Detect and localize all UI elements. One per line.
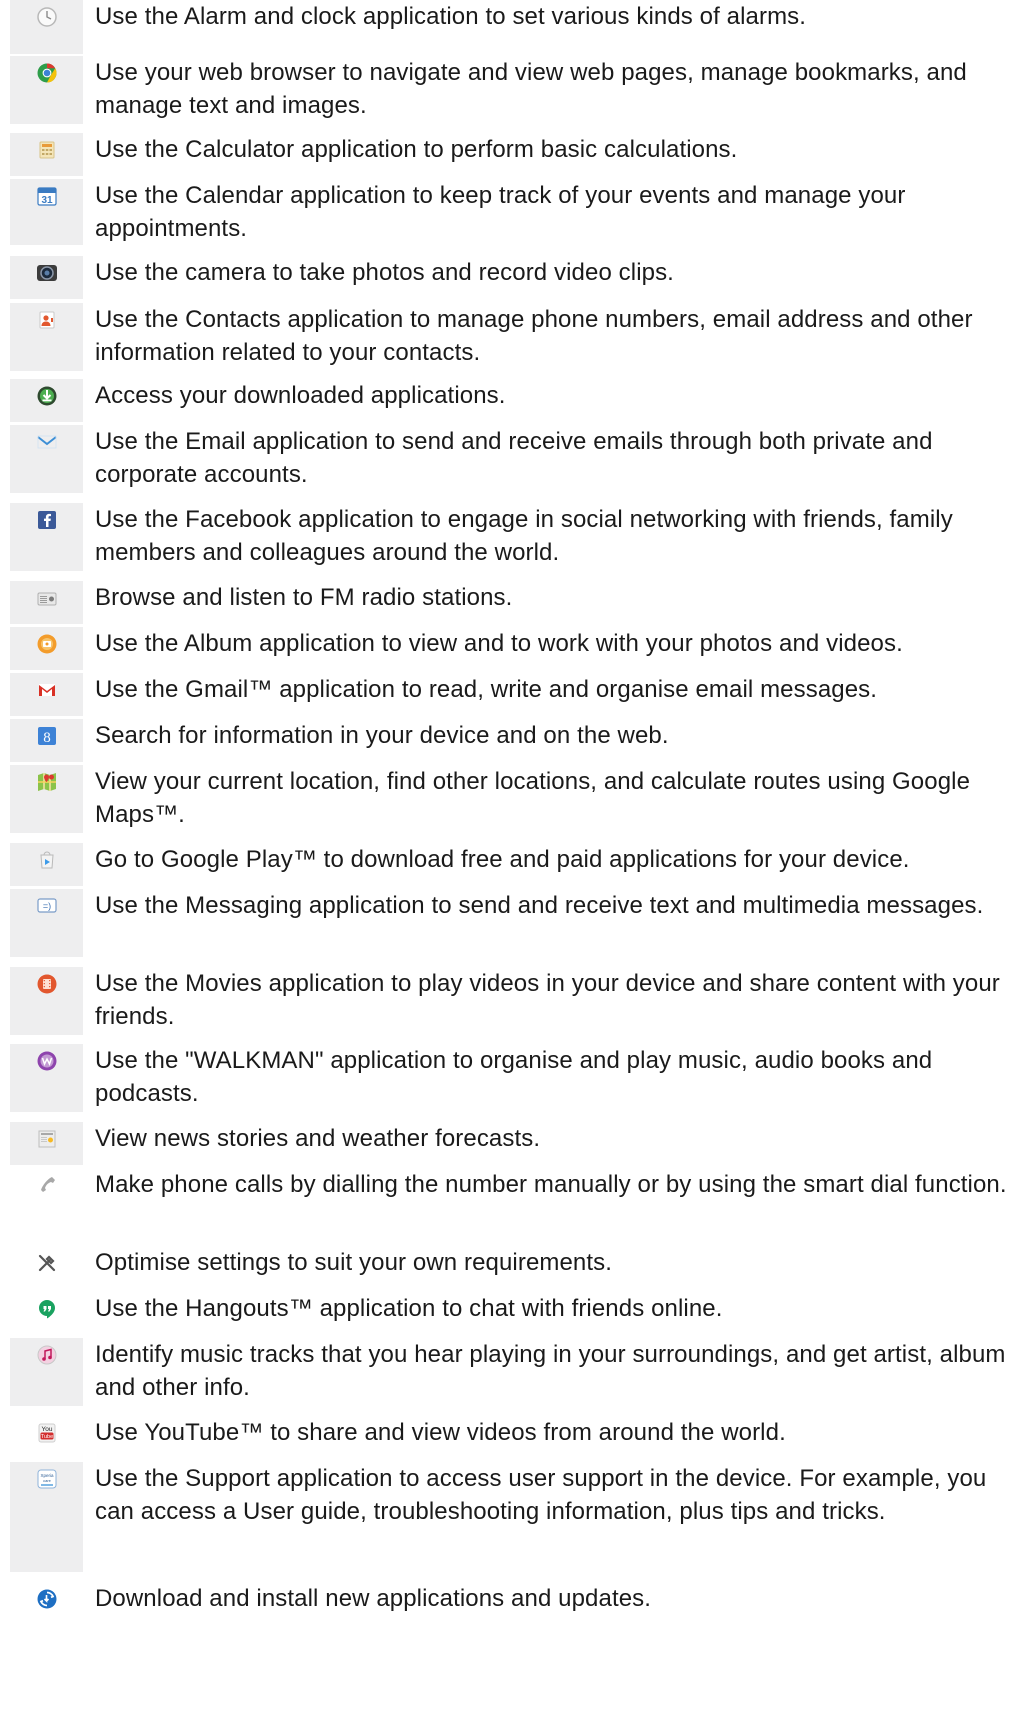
email-icon (36, 431, 58, 453)
maps-icon (36, 771, 58, 793)
trackid-icon (36, 1344, 58, 1366)
item-description: Use the Messaging application to send an… (95, 892, 984, 919)
item-description: Make phone calls by dialling the number … (95, 1171, 1007, 1198)
item-description: Browse and listen to FM radio stations. (95, 584, 513, 611)
alarm-clock-icon (36, 6, 58, 28)
svg-text:31: 31 (41, 195, 53, 206)
support-icon: Xperia care (36, 1468, 58, 1490)
news-weather-icon (36, 1128, 58, 1150)
movies-icon (36, 973, 58, 995)
item-description: Use your web browser to navigate and vie… (95, 59, 967, 119)
item-description: Use the camera to take photos and record… (95, 259, 674, 286)
svg-text:Tube: Tube (40, 1434, 52, 1440)
item-description: Use the Email application to send and re… (95, 428, 933, 488)
item-description: Use the Facebook application to engage i… (95, 506, 953, 566)
svg-text:care: care (43, 1478, 52, 1483)
update-center-icon (36, 1588, 58, 1610)
item-description: Use the Gmail™ application to read, writ… (95, 676, 878, 703)
item-description: Use the "WALKMAN" application to organis… (95, 1047, 933, 1107)
phone-icon (36, 1174, 58, 1196)
item-description: View your current location, find other l… (95, 768, 971, 828)
album-icon (36, 633, 58, 655)
item-description: Use the Contacts application to manage p… (95, 306, 973, 366)
svg-text:=): =) (42, 901, 50, 911)
item-description: Search for information in your device an… (95, 722, 669, 749)
fm-radio-icon (36, 587, 58, 609)
item-description: Use the Hangouts™ application to chat wi… (95, 1295, 723, 1322)
item-description: Identify music tracks that you hear play… (95, 1341, 1006, 1401)
settings-icon (36, 1252, 58, 1274)
play-store-icon (36, 849, 58, 871)
messaging-icon: =) (36, 895, 58, 917)
item-description: Optimise settings to suit your own requi… (95, 1249, 613, 1276)
svg-text:You: You (41, 1426, 52, 1433)
calendar-icon: 31 (36, 185, 58, 207)
item-description: Use the Calculator application to perfor… (95, 136, 738, 163)
svg-text:8: 8 (43, 730, 51, 746)
item-description: Use the Support application to access us… (95, 1465, 987, 1525)
facebook-icon (36, 509, 58, 531)
calculator-icon (36, 139, 58, 161)
download-icon (36, 385, 58, 407)
google-search-icon: 8 (36, 725, 58, 747)
youtube-icon: You Tube (36, 1422, 58, 1444)
item-description: Use the Alarm and clock application to s… (95, 3, 807, 30)
item-description: View news stories and weather forecasts. (95, 1125, 541, 1152)
contacts-icon (36, 309, 58, 331)
camera-icon (36, 262, 58, 284)
browser-icon (36, 62, 58, 84)
walkman-icon (36, 1050, 58, 1072)
item-description: Use YouTube™ to share and view videos fr… (95, 1419, 786, 1446)
item-description: Use the Calendar application to keep tra… (95, 182, 906, 242)
item-description: Download and install new applications an… (95, 1585, 652, 1612)
gmail-icon (36, 679, 58, 701)
hangouts-icon (36, 1298, 58, 1320)
item-description: Use the Album application to view and to… (95, 630, 903, 657)
item-description: Use the Movies application to play video… (95, 970, 1000, 1030)
item-description: Access your downloaded applications. (95, 382, 506, 409)
item-description: Go to Google Play™ to download free and … (95, 846, 910, 873)
